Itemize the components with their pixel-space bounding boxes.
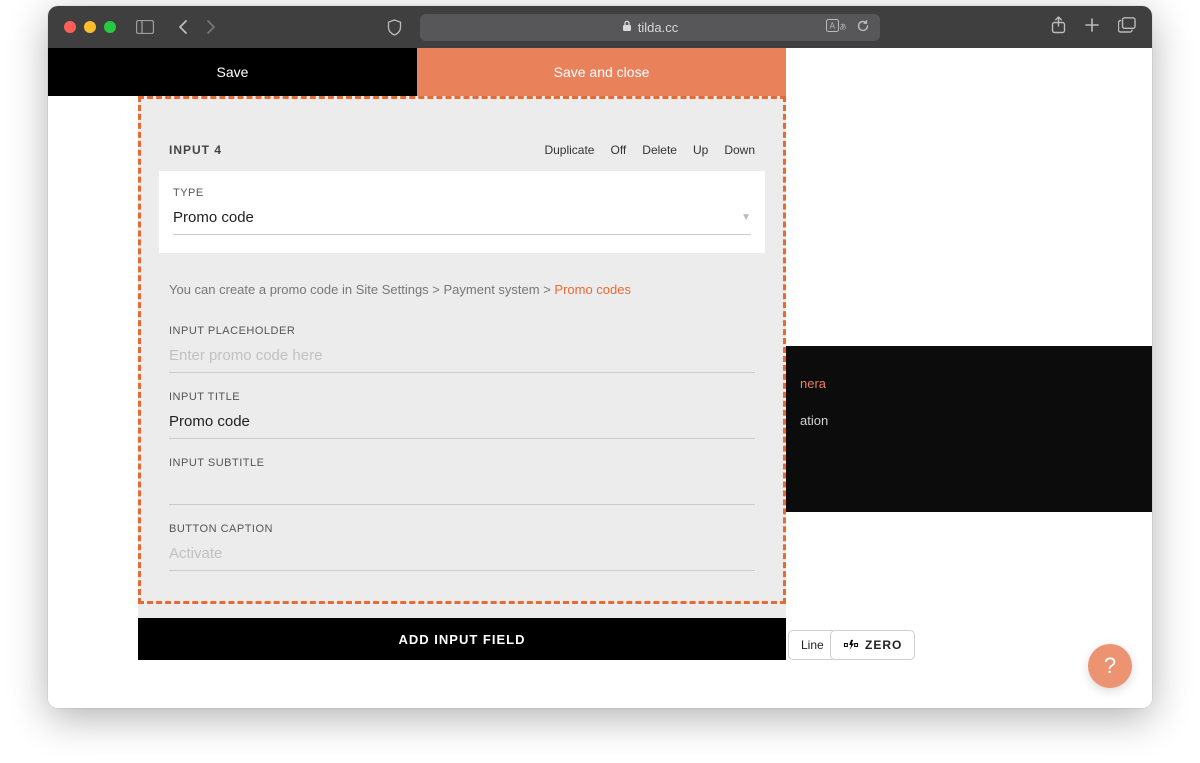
action-duplicate[interactable]: Duplicate [544, 143, 594, 157]
lock-icon [622, 20, 632, 35]
caption-input[interactable] [169, 541, 755, 571]
minimize-window-button[interactable] [84, 21, 96, 33]
preview-dark-block: nera ation [786, 346, 1152, 512]
sidebar-toggle-icon[interactable] [136, 20, 154, 34]
subtitle-label: INPUT SUBTITLE [169, 457, 755, 469]
action-down[interactable]: Down [724, 143, 755, 157]
input-block-title: INPUT 4 [169, 143, 222, 157]
title-input[interactable] [169, 409, 755, 439]
svg-text:A: A [830, 22, 836, 31]
preview-line-orange: nera [800, 376, 1138, 391]
url-bar[interactable]: tilda.cc Aあ [420, 14, 880, 41]
preview-line-grey: ation [800, 413, 828, 428]
close-window-button[interactable] [64, 21, 76, 33]
svg-text:あ: あ [840, 23, 847, 31]
reader-mode-icon[interactable]: Aあ [826, 19, 846, 35]
promo-hint: You can create a promo code in Site Sett… [159, 253, 765, 307]
action-up[interactable]: Up [693, 143, 708, 157]
title-label: INPUT TITLE [169, 391, 755, 403]
type-label: TYPE [173, 187, 751, 199]
editor-panel: INPUT 4 Duplicate Off Delete Up Down TYP… [138, 96, 786, 660]
window-controls [64, 21, 116, 33]
new-tab-icon[interactable] [1084, 17, 1100, 37]
privacy-shield-icon[interactable] [387, 19, 402, 36]
type-select[interactable]: Promo code ▼ [173, 209, 751, 235]
input-block-actions: Duplicate Off Delete Up Down [544, 143, 755, 157]
subtitle-input[interactable] [169, 475, 755, 505]
input-block-highlight: INPUT 4 Duplicate Off Delete Up Down TYP… [138, 96, 786, 604]
reload-icon[interactable] [856, 19, 870, 36]
save-button[interactable]: Save [48, 48, 417, 96]
zero-bolt-icon [843, 639, 859, 651]
zoom-window-button[interactable] [104, 21, 116, 33]
placeholder-label: INPUT PLACEHOLDER [169, 325, 755, 337]
zero-pill[interactable]: ZERO [830, 630, 915, 660]
type-value: Promo code [173, 209, 254, 226]
back-button[interactable] [178, 20, 190, 34]
type-card: TYPE Promo code ▼ [159, 171, 765, 253]
action-delete[interactable]: Delete [642, 143, 677, 157]
forward-button[interactable] [204, 20, 216, 34]
url-host: tilda.cc [638, 20, 678, 35]
browser-window: tilda.cc Aあ Save Save and close [48, 6, 1152, 708]
add-input-field-button[interactable]: ADD INPUT FIELD [138, 618, 786, 660]
help-bubble[interactable]: ? [1088, 644, 1132, 688]
placeholder-input[interactable] [169, 343, 755, 373]
browser-titlebar: tilda.cc Aあ [48, 6, 1152, 48]
viewport: Save Save and close INPUT 4 Duplicate Of… [48, 48, 1152, 708]
share-icon[interactable] [1051, 16, 1066, 38]
caption-label: BUTTON CAPTION [169, 523, 755, 535]
chevron-down-icon: ▼ [741, 212, 751, 223]
action-off[interactable]: Off [610, 143, 626, 157]
save-close-button[interactable]: Save and close [417, 48, 786, 96]
promo-codes-link[interactable]: Promo codes [554, 282, 631, 297]
save-bar: Save Save and close [48, 48, 786, 96]
tabs-overview-icon[interactable] [1118, 17, 1136, 37]
